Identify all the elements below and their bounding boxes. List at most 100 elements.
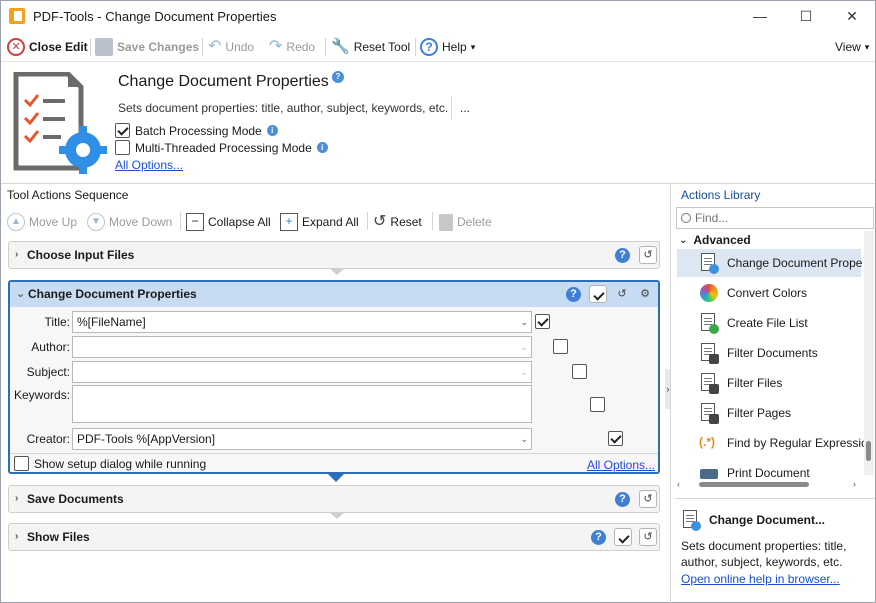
library-item[interactable]: Filter Pages [699,399,791,427]
action-all-options-link[interactable]: All Options... [587,458,655,472]
chevron-down-icon[interactable]: ⌄ [520,429,528,449]
keywords-label: Keywords: [14,388,71,402]
show-dialog-checkbox[interactable] [14,456,29,471]
arrow-up-icon: ▲ [7,213,25,231]
help-label: Help [442,40,467,54]
batch-mode-checkbox[interactable] [115,123,130,138]
action-save-documents[interactable]: › Save Documents ? ↺ [8,485,660,513]
multi-thread-checkbox[interactable] [115,140,130,155]
library-search-input[interactable] [695,211,865,225]
author-field[interactable]: ⌄ [72,336,532,358]
action-header[interactable]: › Choose Input Files [9,242,659,268]
library-item-label: Create File List [727,316,808,330]
creator-field[interactable]: PDF-Tools %[AppVersion] ⌄ [72,428,532,450]
description-more-button[interactable]: ... [460,101,470,115]
chevron-down-icon[interactable]: ⌄ [520,312,528,332]
title-field[interactable]: %[FileName] ⌄ [72,311,532,333]
undo-button[interactable]: ↶ Undo [208,36,254,58]
library-item-label: Filter Pages [727,406,792,420]
move-up-button[interactable]: ▲ Move Up [7,211,77,233]
reset-button[interactable]: ↺ Reset [373,211,422,233]
library-item[interactable]: Filter Files [699,369,782,397]
reset-action-button[interactable]: ↺ [639,490,657,508]
move-down-button[interactable]: ▼ Move Down [87,211,172,233]
group-advanced[interactable]: ⌄ Advanced [679,233,751,247]
creator-enable-checkbox[interactable] [608,431,624,447]
reset-action-button[interactable]: ↺ [639,528,657,546]
multi-thread-option[interactable]: Multi-Threaded Processing Mode i [115,140,328,155]
action-change-document-properties: ⌄ Change Document Properties ? ↺ ⚙ Title… [8,280,660,474]
action-choose-input-files[interactable]: › Choose Input Files ? ↺ [8,241,660,269]
collapse-all-button[interactable]: − Collapse All [186,211,271,233]
online-help-link[interactable]: Open online help in browser... [681,572,840,586]
expand-all-button[interactable]: + Expand All [280,211,359,233]
action-enabled-toggle[interactable] [589,285,607,303]
help-icon[interactable]: ? [615,248,630,263]
save-changes-label: Save Changes [117,40,200,54]
all-options-link[interactable]: All Options... [115,158,183,172]
horizontal-scrollbar[interactable]: ‹ › [677,479,863,490]
chevron-down-icon[interactable]: ⌄ [520,362,528,382]
close-window-button[interactable]: ✕ [829,1,875,32]
vertical-scrollbar[interactable] [864,231,874,475]
reset-action-button[interactable]: ↺ [639,246,657,264]
toolbar-divider [180,212,181,230]
creator-value: PDF-Tools %[AppVersion] [77,432,216,446]
keywords-field[interactable] [72,385,532,423]
save-changes-button[interactable]: Save Changes [95,36,199,58]
reset-tool-button[interactable]: 🔧 Reset Tool [331,36,410,58]
action-enabled-toggle[interactable] [614,528,632,546]
action-header[interactable]: › Show Files [9,524,659,550]
action-header[interactable]: › Save Documents [9,486,659,512]
delete-label: Delete [457,215,492,229]
chevron-left-icon[interactable]: ‹ [677,479,680,489]
help-icon[interactable]: ? [615,492,630,507]
scrollbar-thumb[interactable] [699,482,809,487]
chevron-down-icon[interactable]: ⌄ [520,337,528,357]
info-icon[interactable]: i [266,125,278,136]
close-edit-button[interactable]: ✕ Close Edit [7,36,88,58]
library-item-label: Change Document Prope [727,256,863,270]
subject-label: Subject: [26,365,70,379]
batch-mode-option[interactable]: Batch Processing Mode i [115,123,278,138]
info-icon[interactable]: i [316,142,328,153]
action-show-files[interactable]: › Show Files ? ↺ [8,523,660,551]
keywords-enable-checkbox[interactable] [590,397,606,413]
show-dialog-option[interactable]: Show setup dialog while running [14,456,206,471]
library-item[interactable]: Create File List [699,309,808,337]
title-enable-checkbox[interactable] [535,314,550,330]
delete-button[interactable]: Delete [439,211,492,233]
scrollbar-thumb[interactable] [866,441,871,461]
subject-enable-checkbox[interactable] [571,364,587,380]
chevron-right-icon[interactable]: › [853,479,856,489]
maximize-button[interactable]: ☐ [783,1,829,32]
subject-field[interactable]: ⌄ [72,361,532,383]
expand-all-label: Expand All [302,215,359,229]
help-menu-button[interactable]: ? Help ▾ [420,36,475,58]
gear-icon[interactable]: ⚙ [636,285,654,303]
collapse-icon: − [186,213,204,231]
library-search[interactable] [676,207,874,229]
library-item[interactable]: (.*) Find by Regular Expressio [699,429,868,457]
library-item[interactable]: Convert Colors [699,279,807,307]
library-item[interactable]: Filter Documents [699,339,818,367]
reset-action-button[interactable]: ↺ [613,285,631,303]
help-icon[interactable]: ? [591,530,606,545]
author-enable-checkbox[interactable] [553,339,569,355]
view-menu-button[interactable]: View ▾ [835,36,869,58]
redo-button[interactable]: ↷ Redo [269,36,315,58]
tool-help-icon[interactable]: ? [332,69,344,83]
sequence-toolbar: ▲ Move Up ▼ Move Down − Collapse All + E… [1,206,668,236]
action-header[interactable]: ⌄ Change Document Properties [10,282,658,307]
chevron-right-icon: › [15,249,19,260]
chevron-right-icon: › [15,531,19,542]
undo-arrow-icon: ↶ [208,38,222,55]
move-down-label: Move Down [109,215,173,229]
toolbar: ✕ Close Edit Save Changes ↶ Undo ↷ Redo … [1,32,875,62]
close-edit-label: Close Edit [29,40,88,54]
help-icon[interactable]: ? [566,287,581,302]
minimize-button[interactable]: — [737,1,783,32]
library-item[interactable]: Change Document Prope [699,249,862,277]
action-label: Choose Input Files [27,248,135,262]
tool-description: Sets document properties: title, author,… [116,96,452,120]
